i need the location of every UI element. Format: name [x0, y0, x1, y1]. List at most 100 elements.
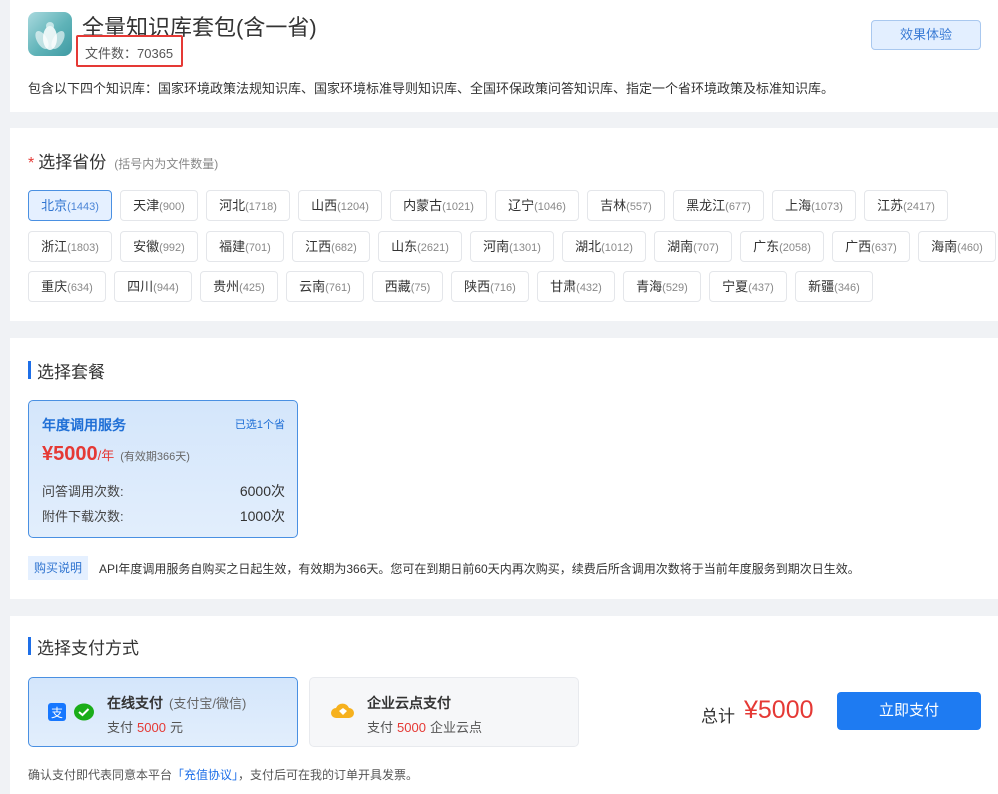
province-file-count: (1301): [509, 242, 541, 254]
cloud-pay-unit: 企业云点: [429, 720, 482, 735]
svg-text:支: 支: [51, 706, 63, 720]
province-chip[interactable]: 河南(1301): [470, 231, 554, 262]
download-label: 附件下载次数:: [42, 509, 124, 524]
province-name: 贵州: [213, 279, 240, 294]
province-name: 青海: [636, 279, 663, 294]
province-file-count: (707): [693, 242, 719, 254]
province-chip[interactable]: 广西(637): [832, 231, 910, 262]
province-file-count: (2621): [417, 242, 449, 254]
province-chip[interactable]: 黑龙江(677): [673, 190, 764, 221]
province-name: 辽宁: [508, 198, 535, 213]
plan-validity: (有效期366天): [120, 451, 190, 463]
purchase-note-tag: 购买说明: [28, 556, 89, 580]
province-file-count: (75): [410, 282, 431, 294]
province-file-count: (557): [626, 201, 652, 213]
package-header-card: 全量知识库套包(含一省) 文件数：70365 效果体验 包含以下四个知识库：国家…: [10, 0, 998, 112]
online-pay-amount: 支付 5000 元: [107, 717, 183, 736]
province-chip[interactable]: 浙江(1803): [28, 231, 112, 262]
payment-section-title: 选择支付方式: [28, 634, 139, 659]
qa-label: 问答调用次数:: [42, 484, 124, 499]
province-file-count: (432): [576, 282, 602, 294]
province-chip[interactable]: 贵州(425): [200, 271, 278, 302]
province-name: 内蒙古: [403, 198, 443, 213]
province-chip[interactable]: 新疆(346): [795, 271, 873, 302]
required-mark: *: [28, 155, 35, 172]
province-chip[interactable]: 湖北(1012): [562, 231, 646, 262]
province-chip[interactable]: 内蒙古(1021): [390, 190, 487, 221]
province-chip[interactable]: 山东(2621): [378, 231, 462, 262]
province-chip[interactable]: 云南(761): [286, 271, 364, 302]
province-chip[interactable]: 广东(2058): [740, 231, 824, 262]
province-file-count: (460): [957, 242, 983, 254]
alipay-icon: 支: [48, 703, 66, 721]
province-chip[interactable]: 海南(460): [918, 231, 996, 262]
agreement-text: 确认支付即代表同意本平台「充值协议」，支付后可在我的订单开具发票。: [28, 766, 418, 783]
province-file-count: (437): [748, 282, 774, 294]
province-file-count: (1803): [67, 242, 99, 254]
province-section-title: * 选择省份 (括号内为文件数量): [28, 148, 218, 173]
wechat-pay-icon: [74, 703, 94, 721]
lotus-logo-icon: [28, 12, 72, 56]
payment-method-online[interactable]: 支 在线支付 (支付宝/微信) 支付 5000 元: [28, 677, 298, 747]
province-name: 河北: [219, 198, 246, 213]
province-chip[interactable]: 北京(1443): [28, 190, 112, 221]
province-file-count: (682): [331, 242, 357, 254]
recharge-agreement-link[interactable]: 「充值协议」: [172, 768, 238, 782]
province-file-count: (944): [153, 282, 179, 294]
province-file-count: (346): [834, 282, 860, 294]
province-chip[interactable]: 辽宁(1046): [495, 190, 579, 221]
province-name: 天津: [133, 198, 160, 213]
province-name: 重庆: [41, 279, 68, 294]
province-name: 山东: [391, 239, 418, 254]
package-selection-card: 选择套餐 年度调用服务 已选1个省 ¥5000/年 (有效期366天) 问答调用次…: [10, 338, 998, 599]
province-chip[interactable]: 湖南(707): [654, 231, 732, 262]
cloud-pay-title: 企业云点支付: [367, 695, 451, 711]
plan-card-annual[interactable]: 年度调用服务 已选1个省 ¥5000/年 (有效期366天) 问答调用次数: 60…: [28, 400, 298, 538]
province-file-count: (716): [490, 282, 516, 294]
province-chip[interactable]: 青海(529): [623, 271, 701, 302]
payment-icons: 支: [48, 702, 96, 727]
province-chip[interactable]: 江苏(2417): [864, 190, 948, 221]
province-chip[interactable]: 宁夏(437): [709, 271, 787, 302]
province-chip[interactable]: 安徽(992): [120, 231, 198, 262]
province-chip[interactable]: 西藏(75): [372, 271, 443, 302]
agreement-prefix: 确认支付即代表同意本平台: [28, 768, 173, 782]
province-name: 四川: [127, 279, 154, 294]
province-chip[interactable]: 江西(682): [292, 231, 370, 262]
online-pay-title-text: 在线支付: [107, 695, 163, 711]
province-name: 宁夏: [722, 279, 749, 294]
province-name: 河南: [483, 239, 510, 254]
province-file-count: (1046): [534, 201, 566, 213]
province-file-count: (1718): [245, 201, 277, 213]
plan-price-value: ¥5000: [42, 443, 98, 465]
province-chip[interactable]: 上海(1073): [772, 190, 856, 221]
plan-price-unit: /年: [97, 448, 115, 463]
province-name: 安徽: [133, 239, 160, 254]
province-name: 上海: [785, 198, 812, 213]
province-title-text: 选择省份: [38, 153, 107, 172]
online-pay-prefix: 支付: [107, 720, 134, 735]
demo-button[interactable]: 效果体验: [871, 20, 981, 50]
province-name: 浙江: [41, 239, 68, 254]
province-chip[interactable]: 天津(900): [120, 190, 198, 221]
province-chip[interactable]: 甘肃(432): [537, 271, 615, 302]
package-section-title: 选择套餐: [28, 358, 105, 383]
payment-method-cloud[interactable]: 企业云点支付 支付 5000 企业云点: [309, 677, 579, 747]
province-chip[interactable]: 河北(1718): [206, 190, 290, 221]
province-chip[interactable]: 四川(944): [114, 271, 192, 302]
province-name: 山西: [311, 198, 338, 213]
province-file-count: (529): [662, 282, 688, 294]
province-file-count: (761): [325, 282, 351, 294]
pay-now-button[interactable]: 立即支付: [837, 692, 981, 730]
province-chip[interactable]: 陕西(716): [451, 271, 529, 302]
province-chip[interactable]: 重庆(634): [28, 271, 106, 302]
province-chip[interactable]: 福建(701): [206, 231, 284, 262]
online-pay-amount-value: 5000: [137, 720, 166, 735]
province-chip[interactable]: 吉林(557): [587, 190, 665, 221]
province-file-count: (992): [159, 242, 185, 254]
province-chip[interactable]: 山西(1204): [298, 190, 382, 221]
province-selection-card: * 选择省份 (括号内为文件数量) 北京(1443) 天津(900) 河北(1718) 山…: [10, 128, 998, 321]
province-name: 广西: [845, 239, 872, 254]
province-name: 西藏: [384, 279, 411, 294]
qa-value: 6000次: [239, 483, 285, 499]
